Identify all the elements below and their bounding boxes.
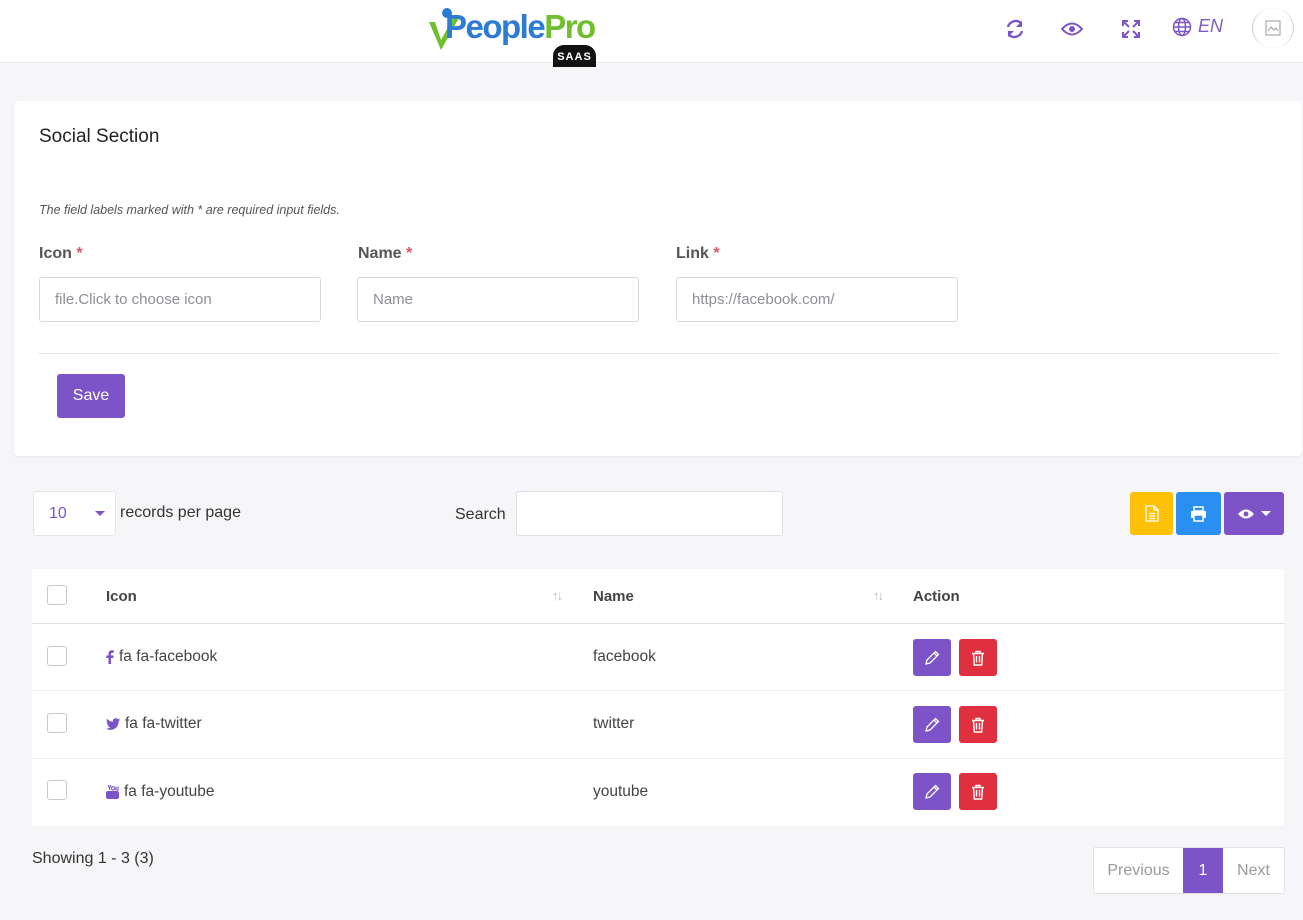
row-icon-cell: fa fa-youtube — [106, 783, 214, 801]
chevron-down-icon — [95, 511, 105, 516]
top-navbar: PeoplePro SAAS EN — [0, 0, 1303, 67]
sort-icon[interactable]: ↑↓ — [873, 588, 884, 603]
showing-info: Showing 1 - 3 (3) — [32, 850, 154, 867]
column-header-action: Action — [913, 588, 960, 605]
delete-button[interactable] — [959, 639, 997, 676]
trash-icon — [972, 784, 984, 800]
fullscreen-icon[interactable] — [1119, 17, 1143, 41]
logo-wordmark: PeoplePro — [445, 8, 596, 45]
table-row: fa fa-twitter twitter — [32, 691, 1284, 759]
icon-field-label: Icon * — [39, 245, 83, 262]
row-checkbox[interactable] — [47, 780, 67, 800]
column-header-icon[interactable]: Icon — [106, 588, 137, 605]
save-button[interactable]: Save — [57, 374, 125, 418]
export-csv-button[interactable] — [1130, 492, 1173, 535]
edit-button[interactable] — [913, 706, 951, 743]
link-field-label: Link * — [676, 245, 720, 262]
form-divider — [38, 353, 1278, 354]
table-row: fa fa-youtube youtube — [32, 759, 1284, 826]
globe-icon — [1172, 17, 1192, 36]
print-icon — [1191, 505, 1206, 522]
file-text-icon — [1144, 505, 1159, 522]
twitter-icon — [106, 718, 120, 730]
sort-icon[interactable]: ↑↓ — [552, 588, 563, 603]
language-label: EN — [1198, 16, 1224, 36]
eye-icon[interactable] — [1060, 17, 1084, 41]
search-label: Search — [455, 506, 506, 523]
facebook-icon — [106, 650, 114, 664]
per-page-value: 10 — [49, 505, 67, 522]
required-note: The field labels marked with * are requi… — [39, 203, 340, 217]
edit-button[interactable] — [913, 639, 951, 676]
column-header-name[interactable]: Name — [593, 588, 634, 605]
column-visibility-button[interactable] — [1224, 492, 1284, 535]
print-button[interactable] — [1176, 492, 1221, 535]
page-1-button[interactable]: 1 — [1183, 848, 1223, 893]
youtube-icon — [106, 785, 119, 799]
table-row: fa fa-facebook facebook — [32, 625, 1284, 691]
icon-field[interactable] — [39, 277, 321, 322]
social-table: Icon ↑↓ Name ↑↓ Action fa fa-facebook fa… — [32, 569, 1284, 826]
row-checkbox[interactable] — [47, 646, 67, 666]
eye-icon — [1238, 509, 1254, 518]
name-field-label: Name * — [358, 245, 413, 262]
logo-badge: SAAS — [553, 45, 596, 67]
language-switcher[interactable]: EN — [1172, 16, 1223, 37]
delete-button[interactable] — [959, 773, 997, 810]
chevron-down-icon — [1261, 511, 1271, 516]
edit-button[interactable] — [913, 773, 951, 810]
row-icon-cell: fa fa-facebook — [106, 648, 217, 666]
pencil-icon — [925, 717, 940, 732]
name-field[interactable] — [357, 277, 639, 322]
pencil-icon — [925, 784, 940, 799]
avatar[interactable] — [1252, 8, 1294, 48]
row-name: twitter — [593, 715, 635, 732]
social-section-card: Social Section The field labels marked w… — [14, 101, 1302, 456]
trash-icon — [972, 717, 984, 733]
row-name: youtube — [593, 783, 649, 800]
broken-image-icon — [1265, 20, 1281, 36]
pagination: Previous 1 Next — [1093, 847, 1285, 894]
search-input[interactable] — [516, 491, 783, 536]
select-all-checkbox[interactable] — [47, 585, 67, 605]
table-header: Icon ↑↓ Name ↑↓ Action — [32, 569, 1284, 624]
refresh-icon[interactable] — [1003, 17, 1027, 41]
pencil-icon — [925, 650, 940, 665]
records-per-page-select[interactable]: 10 — [33, 491, 116, 536]
link-field[interactable] — [676, 277, 958, 322]
trash-icon — [972, 650, 984, 666]
row-checkbox[interactable] — [47, 713, 67, 733]
records-per-page-label: records per page — [120, 504, 241, 521]
row-name: facebook — [593, 648, 656, 665]
row-icon-cell: fa fa-twitter — [106, 715, 202, 733]
previous-page-button[interactable]: Previous — [1094, 848, 1183, 893]
delete-button[interactable] — [959, 706, 997, 743]
next-page-button[interactable]: Next — [1223, 848, 1284, 893]
page-title: Social Section — [39, 126, 160, 147]
app-logo[interactable]: PeoplePro SAAS — [427, 0, 599, 67]
